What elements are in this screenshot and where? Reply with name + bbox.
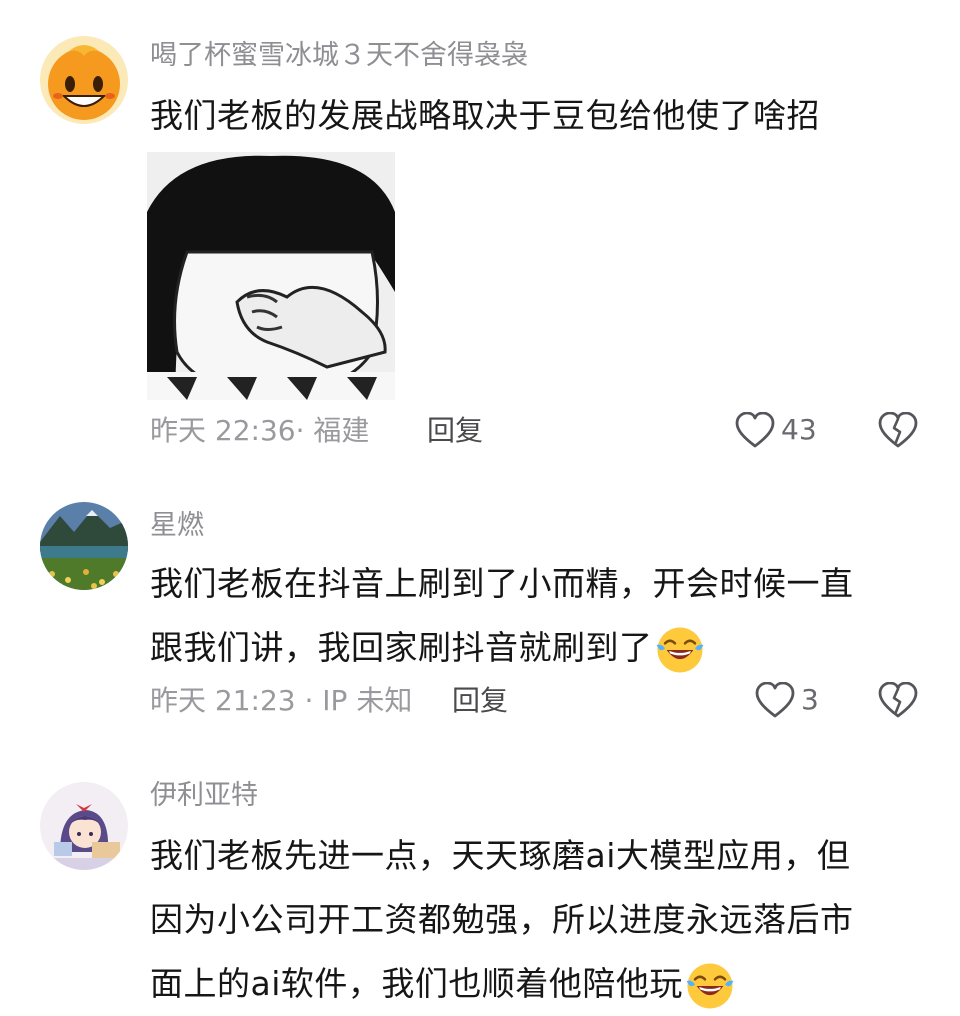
cartoon-sticker-image[interactable] bbox=[147, 152, 395, 400]
comment-text-segment: 跟我们讲，我回家刷抖音就刷到了 bbox=[150, 628, 653, 667]
reply-button[interactable]: 回复 bbox=[427, 417, 483, 445]
comment-text-line: 我们老板的发展战略取决于豆包给他使了啥招 bbox=[150, 96, 820, 135]
comment-text-line: 面上的ai软件，我们也顺着他陪他玩 bbox=[150, 952, 925, 1016]
broken-heart-icon bbox=[878, 682, 918, 718]
laughing-crying-emoji-icon bbox=[655, 625, 705, 675]
comment-text-line: 跟我们讲，我回家刷抖音就刷到了 bbox=[150, 616, 925, 680]
landscape-lake-avatar-icon[interactable] bbox=[40, 502, 128, 590]
comment-text-line: 因为小公司开工资都勉强，所以进度永远落后市 bbox=[150, 900, 854, 939]
comment-item: 星燃 我们老板在抖音上刷到了小而精，开会时候一直 跟我们讲，我回家刷抖音就刷到了… bbox=[0, 480, 960, 760]
username[interactable]: 喝了杯蜜雪冰城３天不舍得袅袅 bbox=[150, 42, 528, 69]
comment-text: 我们老板先进一点，天天琢磨ai大模型应用，但 因为小公司开工资都勉强，所以进度永… bbox=[150, 824, 925, 1016]
like-button[interactable]: 3 bbox=[755, 682, 819, 718]
reply-button[interactable]: 回复 bbox=[452, 687, 508, 715]
broken-heart-icon bbox=[878, 412, 918, 448]
heart-icon bbox=[755, 682, 795, 718]
dislike-button[interactable] bbox=[878, 682, 918, 722]
username[interactable]: 星燃 bbox=[150, 512, 204, 539]
comment-text: 我们老板在抖音上刷到了小而精，开会时候一直 跟我们讲，我回家刷抖音就刷到了 bbox=[150, 552, 925, 680]
laughing-crying-emoji-icon bbox=[685, 961, 735, 1011]
comment-text-segment: 面上的ai软件，我们也顺着他陪他玩 bbox=[150, 964, 683, 1003]
anime-girl-avatar-icon[interactable] bbox=[40, 782, 128, 870]
dislike-button[interactable] bbox=[878, 412, 918, 452]
comment-timestamp: 昨天 21:23 · IP 未知 bbox=[150, 684, 413, 717]
comment-text: 我们老板的发展战略取决于豆包给他使了啥招 bbox=[150, 84, 925, 148]
comment-timestamp: 昨天 22:36· 福建 bbox=[150, 414, 370, 447]
username[interactable]: 伊利亚特 bbox=[150, 782, 258, 809]
like-button[interactable]: 43 bbox=[735, 412, 817, 448]
heart-icon bbox=[735, 412, 775, 448]
comment-item: 喝了杯蜜雪冰城３天不舍得袅袅 我们老板的发展战略取决于豆包给他使了啥招 昨天 2… bbox=[0, 0, 960, 480]
comment-item: 伊利亚特 我们老板先进一点，天天琢磨ai大模型应用，但 因为小公司开工资都勉强，… bbox=[0, 760, 960, 1004]
like-count: 43 bbox=[781, 413, 817, 446]
comment-text-line: 我们老板先进一点，天天琢磨ai大模型应用，但 bbox=[150, 836, 851, 875]
orange-smiley-avatar-icon[interactable] bbox=[40, 36, 128, 124]
comment-text-line: 我们老板在抖音上刷到了小而精，开会时候一直 bbox=[150, 564, 854, 603]
like-count: 3 bbox=[801, 683, 819, 716]
